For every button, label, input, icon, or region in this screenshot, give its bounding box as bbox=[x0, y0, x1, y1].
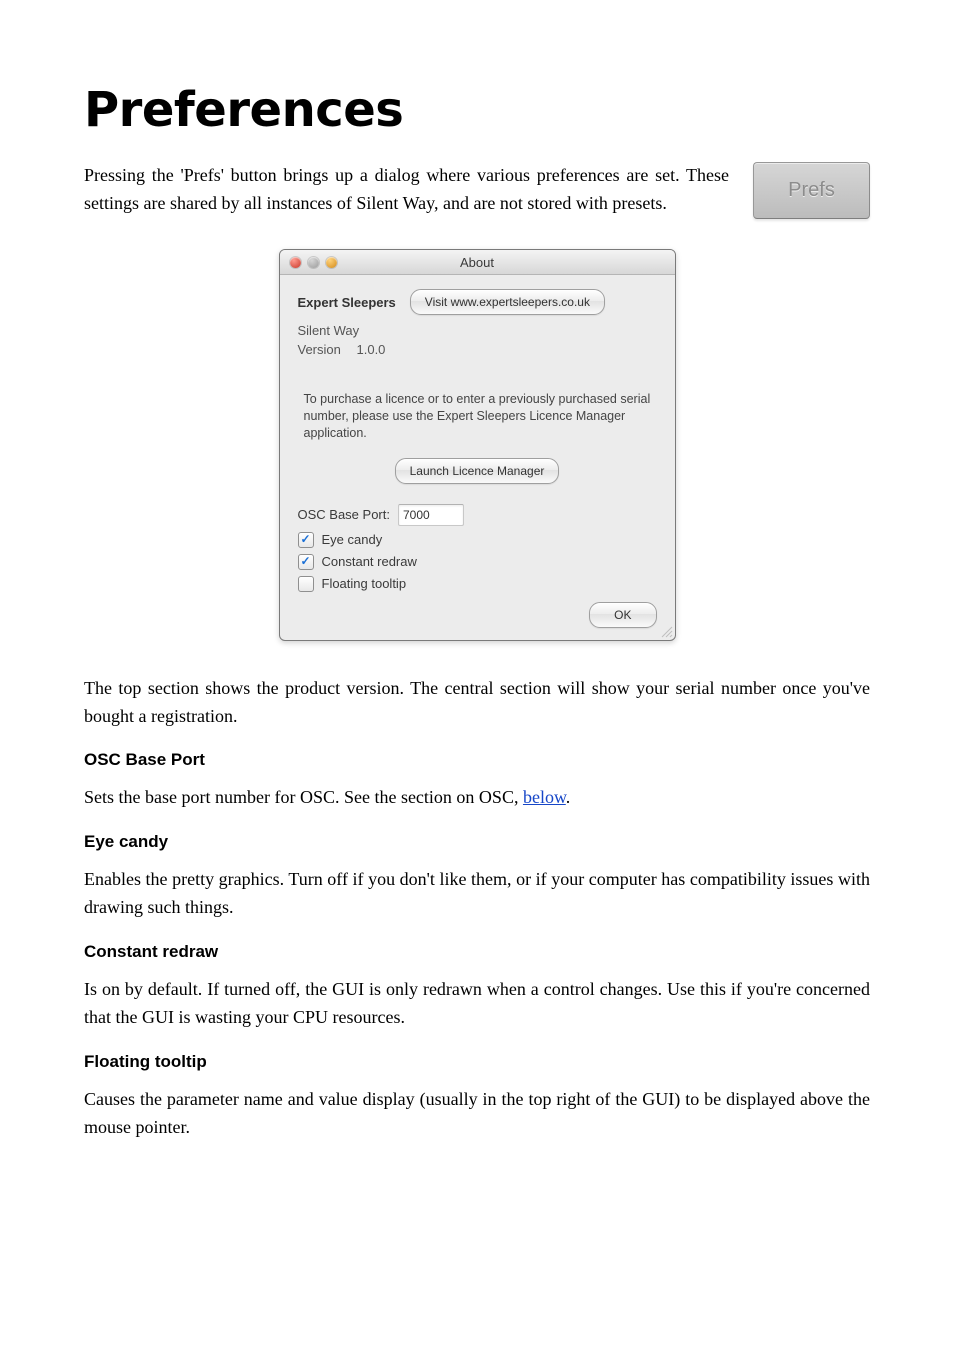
constant-redraw-section-text: Is on by default. If turned off, the GUI… bbox=[84, 976, 870, 1032]
eye-candy-section-text: Enables the pretty graphics. Turn off if… bbox=[84, 866, 870, 922]
eye-candy-label: Eye candy bbox=[322, 532, 383, 547]
visit-website-button[interactable]: Visit www.expertsleepers.co.uk bbox=[410, 289, 605, 315]
osc-section-heading: OSC Base Port bbox=[84, 750, 870, 770]
about-dialog: About Expert Sleepers Visit www.expertsl… bbox=[279, 249, 676, 641]
prefs-button[interactable]: Prefs bbox=[753, 162, 870, 219]
floating-tooltip-label: Floating tooltip bbox=[322, 576, 407, 591]
ok-button[interactable]: OK bbox=[589, 602, 656, 628]
dialog-title: About bbox=[280, 255, 675, 270]
product-name: Silent Way bbox=[298, 323, 657, 338]
constant-redraw-label: Constant redraw bbox=[322, 554, 417, 569]
floating-tooltip-section-text: Causes the parameter name and value disp… bbox=[84, 1086, 870, 1142]
constant-redraw-checkbox[interactable] bbox=[298, 554, 314, 570]
page-title: Preferences bbox=[84, 82, 870, 138]
floating-tooltip-option[interactable]: Floating tooltip bbox=[298, 576, 657, 592]
resize-grip-icon[interactable] bbox=[659, 624, 673, 638]
version-label: Version bbox=[298, 342, 341, 357]
osc-below-link[interactable]: below bbox=[523, 787, 566, 807]
constant-redraw-section-heading: Constant redraw bbox=[84, 942, 870, 962]
post-dialog-paragraph: The top section shows the product versio… bbox=[84, 675, 870, 731]
brand-name: Expert Sleepers bbox=[298, 295, 396, 310]
osc-section-text-before: Sets the base port number for OSC. See t… bbox=[84, 787, 523, 807]
eye-candy-section-heading: Eye candy bbox=[84, 832, 870, 852]
floating-tooltip-section-heading: Floating tooltip bbox=[84, 1052, 870, 1072]
eye-candy-option[interactable]: Eye candy bbox=[298, 532, 657, 548]
osc-base-port-label: OSC Base Port: bbox=[298, 507, 390, 522]
floating-tooltip-checkbox[interactable] bbox=[298, 576, 314, 592]
intro-paragraph: Pressing the 'Prefs' button brings up a … bbox=[84, 162, 729, 218]
eye-candy-checkbox[interactable] bbox=[298, 532, 314, 548]
licence-text: To purchase a licence or to enter a prev… bbox=[298, 391, 657, 442]
window-zoom-icon[interactable] bbox=[326, 257, 337, 268]
osc-section-text-after: . bbox=[566, 787, 571, 807]
launch-licence-manager-button[interactable]: Launch Licence Manager bbox=[395, 458, 560, 484]
constant-redraw-option[interactable]: Constant redraw bbox=[298, 554, 657, 570]
window-minimize-icon[interactable] bbox=[308, 257, 319, 268]
osc-base-port-input[interactable] bbox=[398, 504, 464, 526]
version-value: 1.0.0 bbox=[357, 342, 386, 357]
window-close-icon[interactable] bbox=[290, 257, 301, 268]
